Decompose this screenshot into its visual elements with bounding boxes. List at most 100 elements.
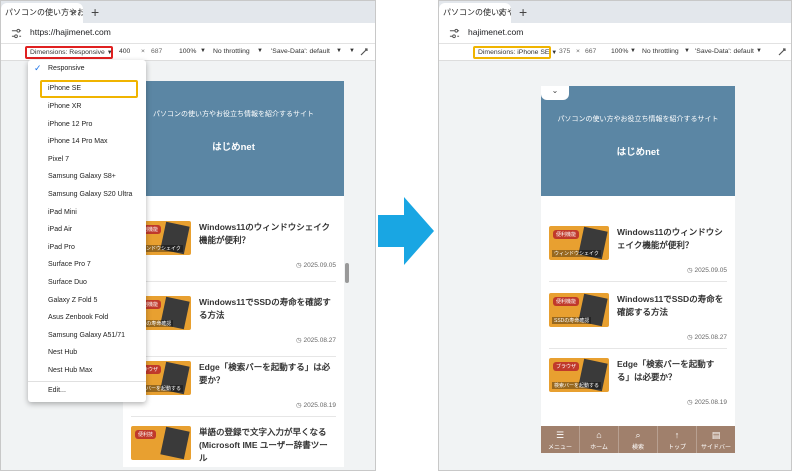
device-option[interactable]: iPhone 12 Pro <box>28 116 146 134</box>
divider <box>131 281 336 282</box>
post-date-value: 2025.09.05 <box>303 262 336 269</box>
browser-tab[interactable]: パソコンの使い方やお役立 ✕ <box>439 3 511 23</box>
close-tab-icon[interactable]: ✕ <box>69 3 77 23</box>
post-title[interactable]: Windows11でSSDの寿命を確認する方法 <box>199 296 336 322</box>
save-data-select[interactable]: 'Save-Data': default <box>271 48 330 55</box>
rotate-device-icon[interactable] <box>777 47 787 57</box>
device-option[interactable]: Galaxy Z Fold 5 <box>28 292 146 310</box>
device-option[interactable]: Samsung Galaxy A51/71 <box>28 327 146 345</box>
post-item[interactable]: 便利機能 ウィンドウシェイク Windows11のウィンドウシェイク機能が便利？… <box>123 211 344 273</box>
post-title[interactable]: Windows11のウィンドウシェイク機能が便利？ <box>617 226 727 252</box>
width-input[interactable]: 400 <box>119 48 130 55</box>
throttling-select[interactable]: No throttling <box>213 48 250 55</box>
post-date-value: 2025.08.19 <box>694 399 727 406</box>
zoom-select[interactable]: 100% <box>611 48 628 55</box>
site-name[interactable]: はじめnet <box>541 144 735 158</box>
nav-sidebar-button[interactable]: ▤ サイドバー <box>696 426 735 453</box>
post-thumbnail[interactable]: 便利技 <box>131 426 191 460</box>
nav-label: トップ <box>667 445 686 451</box>
home-icon: ⌂ <box>596 430 602 440</box>
post-title[interactable]: Edge「検索バーを起動する」は必要か？ <box>199 361 336 387</box>
zoom-select[interactable]: 100% <box>179 48 196 55</box>
device-option[interactable]: Surface Duo <box>28 274 146 292</box>
new-tab-icon[interactable]: + <box>91 4 99 20</box>
save-data-select[interactable]: 'Save-Data': default <box>695 48 754 55</box>
post-item[interactable]: 便利機能 SSDの寿命確認 Windows11でSSDの寿命を確認する方法 ◷ … <box>123 286 344 348</box>
rotate-device-icon[interactable] <box>359 47 369 57</box>
device-toolbar: Dimensions: iPhone SE ▼ 375 × 667 100% ▼… <box>439 44 791 61</box>
post-item[interactable]: 便利技 単語の登録で文字入力が早くなる(Microsoft IME ユーザー辞書… <box>123 416 344 467</box>
post-title[interactable]: Windows11のウィンドウシェイク機能が便利？ <box>199 221 336 247</box>
device-option[interactable]: Nest Hub Max <box>28 362 146 380</box>
edit-devices-option[interactable]: Edit... <box>28 382 146 400</box>
thumbnail-caption: 検索バーを起動する <box>552 382 602 389</box>
thumbnail-badge: 便利機能 <box>553 230 580 239</box>
post-thumbnail[interactable]: ブラウザ 検索バーを起動する <box>549 358 609 392</box>
nav-search-button[interactable]: ⌕ 検索 <box>618 426 657 453</box>
nav-menu-button[interactable]: ☰ メニュー <box>541 426 579 453</box>
chevron-down-icon[interactable]: ⌄ <box>541 86 569 100</box>
times-sign: × <box>576 48 580 55</box>
url-text: https://hajimenet.com <box>30 27 111 37</box>
post-title[interactable]: 単語の登録で文字入力が早くなる(Microsoft IME ユーザー辞書ツール <box>199 426 336 465</box>
nav-home-button[interactable]: ⌂ ホーム <box>579 426 618 453</box>
device-option[interactable]: iPhone 14 Pro Max <box>28 133 146 151</box>
device-option[interactable]: Samsung Galaxy S8+ <box>28 168 146 186</box>
height-input[interactable]: 667 <box>585 48 596 55</box>
site-header: パソコンの使い方やお役立ち情報を紹介するサイト はじめnet <box>123 81 344 196</box>
browser-window-before: パソコンの使い方やお役立 ✕ + https://hajimenet.com D… <box>0 0 376 471</box>
device-option-iphone-se[interactable]: iPhone SE <box>40 80 138 98</box>
viewport-scrollbar[interactable] <box>345 263 349 283</box>
post-date: ◷ 2025.08.27 <box>295 337 336 344</box>
post-title[interactable]: Windows11でSSDの寿命を確認する方法 <box>617 293 727 319</box>
emulated-viewport: パソコンの使い方やお役立ち情報を紹介するサイト はじめnet 便利機能 ウィンド… <box>123 81 344 467</box>
caret-down-icon: ▼ <box>551 50 558 56</box>
device-option[interactable]: Responsive <box>28 60 146 78</box>
device-option[interactable]: Pixel 7 <box>28 151 146 169</box>
device-option[interactable]: Asus Zenbook Fold <box>28 309 146 327</box>
device-option[interactable]: Nest Hub <box>28 344 146 362</box>
caret-down-icon: ▼ <box>200 48 206 54</box>
thumbnail-caption: SSDの寿命確認 <box>552 317 592 324</box>
post-title[interactable]: Edge「検索バーを起動する」は必要か？ <box>617 358 727 384</box>
site-info-icon[interactable] <box>449 28 460 39</box>
site-name[interactable]: はじめnet <box>123 139 344 153</box>
height-input[interactable]: 687 <box>151 48 162 55</box>
dimensions-dropdown[interactable]: Dimensions: iPhone SE ▼ <box>473 46 557 59</box>
post-item[interactable]: 便利機能 SSDの寿命確認 Windows11でSSDの寿命を確認する方法 ◷ … <box>541 283 735 345</box>
address-bar[interactable]: hajimenet.com <box>439 23 791 44</box>
width-input[interactable]: 375 <box>559 48 570 55</box>
site-info-icon[interactable] <box>11 28 22 39</box>
device-option[interactable]: Surface Pro 7 <box>28 256 146 274</box>
more-options-icon[interactable]: ▼ <box>349 48 355 54</box>
device-option[interactable]: Samsung Galaxy S20 Ultra <box>28 186 146 204</box>
browser-tab[interactable]: パソコンの使い方やお役立 ✕ <box>1 3 83 23</box>
thumbnail-badge: 便利機能 <box>553 297 580 306</box>
transition-arrow-icon <box>378 197 434 265</box>
post-item[interactable]: ブラウザ 検索バーを起動する Edge「検索バーを起動する」は必要か？ ◷ 20… <box>123 351 344 413</box>
device-option[interactable]: iPad Mini <box>28 204 146 222</box>
caret-down-icon: ▼ <box>756 48 762 54</box>
post-thumbnail[interactable]: 便利機能 ウィンドウシェイク <box>549 226 609 260</box>
post-item[interactable]: 便利機能 ウィンドウシェイク Windows11のウィンドウシェイク機能が便利？… <box>541 216 735 278</box>
device-option[interactable]: iPad Air <box>28 221 146 239</box>
address-bar[interactable]: https://hajimenet.com <box>1 23 375 44</box>
tab-strip: パソコンの使い方やお役立 ✕ + <box>439 1 791 23</box>
post-thumbnail[interactable]: 便利機能 SSDの寿命確認 <box>549 293 609 327</box>
post-date-value: 2025.08.19 <box>303 402 336 409</box>
device-dropdown-menu: Responsive iPhone SE iPhone XR iPhone 12… <box>28 60 146 402</box>
close-tab-icon[interactable]: ✕ <box>497 3 505 23</box>
browser-window-after: パソコンの使い方やお役立 ✕ + hajimenet.com Dimension… <box>438 0 792 471</box>
nav-top-button[interactable]: ↑ トップ <box>657 426 696 453</box>
site-tagline: パソコンの使い方やお役立ち情報を紹介するサイト <box>153 111 314 118</box>
device-option[interactable]: iPad Pro <box>28 239 146 257</box>
nav-label: サイドバー <box>700 445 731 451</box>
new-tab-icon[interactable]: + <box>519 4 527 20</box>
device-option[interactable]: iPhone XR <box>28 98 146 116</box>
caret-down-icon: ▼ <box>630 48 636 54</box>
dimensions-dropdown[interactable]: Dimensions: Responsive ▼ <box>25 46 113 59</box>
post-date: ◷ 2025.09.05 <box>295 262 336 269</box>
divider <box>549 281 727 282</box>
post-item[interactable]: ブラウザ 検索バーを起動する Edge「検索バーを起動する」は必要か？ ◷ 20… <box>541 348 735 410</box>
throttling-select[interactable]: No throttling <box>642 48 679 55</box>
